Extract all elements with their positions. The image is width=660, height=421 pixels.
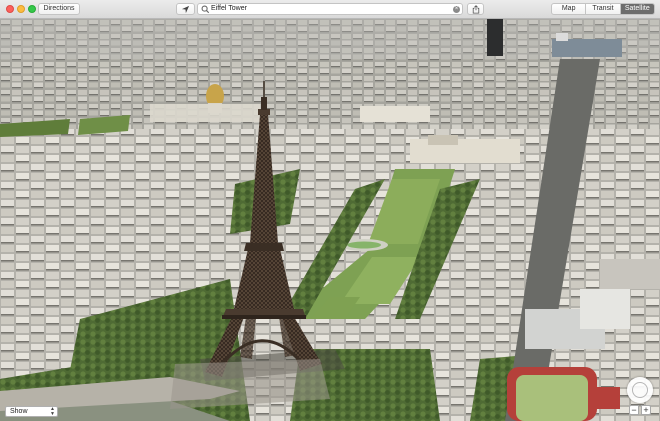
- location-arrow-icon: [181, 5, 190, 14]
- fullscreen-window-button[interactable]: [28, 5, 36, 13]
- close-window-button[interactable]: [6, 5, 14, 13]
- satellite-imagery: [0, 19, 660, 421]
- share-button[interactable]: [467, 3, 484, 15]
- zoom-in-button[interactable]: +: [641, 405, 651, 415]
- view-mode-segmented-control: Map Transit Satellite: [551, 3, 655, 15]
- show-dropdown-label: Show: [10, 408, 28, 415]
- clear-x-icon[interactable]: ×: [453, 5, 460, 13]
- search-input[interactable]: Eiffel Tower: [211, 4, 247, 14]
- tab-map[interactable]: Map: [552, 4, 585, 14]
- toolbar: Directions Eiffel Tower × Map Transit Sa…: [0, 0, 660, 19]
- minimize-window-button[interactable]: [17, 5, 25, 13]
- search-field[interactable]: Eiffel Tower ×: [197, 3, 463, 15]
- map-view[interactable]: [0, 19, 660, 421]
- current-location-button[interactable]: [176, 3, 195, 15]
- tab-satellite[interactable]: Satellite: [619, 4, 654, 14]
- zoom-out-button[interactable]: −: [629, 405, 639, 415]
- tab-transit[interactable]: Transit: [585, 4, 619, 14]
- directions-button[interactable]: Directions: [38, 3, 80, 15]
- show-dropdown[interactable]: Show ▲ ▼: [5, 406, 58, 417]
- updown-chevron-icon: ▲ ▼: [50, 406, 55, 417]
- magnifier-icon: [201, 5, 210, 14]
- share-icon: [472, 4, 479, 13]
- compass-icon[interactable]: [627, 377, 653, 403]
